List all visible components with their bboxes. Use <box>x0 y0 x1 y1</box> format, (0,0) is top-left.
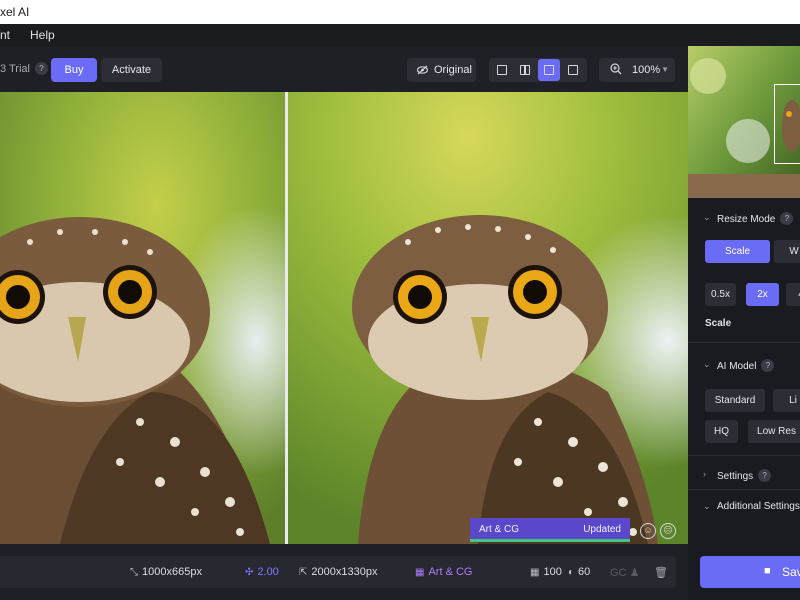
ai-model-help-icon[interactable]: ? <box>761 359 775 372</box>
side-by-side-icon <box>544 65 554 75</box>
save-icon: ■ <box>764 565 771 577</box>
expand-icon: ✣ <box>245 567 254 578</box>
viewport-frame[interactable] <box>774 84 800 164</box>
view-grid-button[interactable] <box>562 59 584 81</box>
trial-help-icon[interactable]: ? <box>34 62 48 75</box>
ai-model-text: AI Model <box>717 361 757 372</box>
source-size: 1000x665px <box>142 566 202 578</box>
output-size: 2000x1330px <box>311 566 378 578</box>
view-side-by-side-button[interactable] <box>538 59 560 81</box>
model-lite-button[interactable]: Li <box>773 389 800 412</box>
divider <box>688 342 800 343</box>
original-owl-image <box>0 92 285 544</box>
mode-width-button[interactable]: W <box>774 240 800 263</box>
model-low-res-button[interactable]: Low Res <box>748 420 800 443</box>
progress-bar <box>470 539 630 542</box>
source-size-info: ⤡ 1000x665px <box>130 566 202 578</box>
chevron-down-icon: ⌄ <box>703 501 711 511</box>
scale-4x-button[interactable]: 4 <box>786 283 800 306</box>
model-hq-button[interactable]: HQ <box>705 420 738 443</box>
model-info: ▦ Art & CG <box>415 566 472 578</box>
toolbar: 3 Trial? Buy Activate Original 100% ▼ <box>0 46 688 92</box>
view-split-button[interactable] <box>514 59 536 81</box>
badge-status: Updated <box>583 524 621 535</box>
scale-label: Scale <box>705 318 732 329</box>
activate-button[interactable]: Activate <box>101 58 162 82</box>
value-a: 100 <box>543 566 562 578</box>
original-toggle-button[interactable]: Original <box>407 58 476 82</box>
settings-text: Settings <box>717 471 754 482</box>
chevron-down-icon: ⌄ <box>703 212 711 222</box>
buy-button[interactable]: Buy <box>51 58 97 82</box>
eye-off-icon <box>416 58 429 92</box>
split-line <box>524 65 526 75</box>
resize-help-icon[interactable]: ? <box>780 212 794 225</box>
chevron-down-icon: ⌄ <box>703 359 711 369</box>
export-icon: ⇱ <box>299 567 308 578</box>
value-a-info: ▦ 100 <box>530 566 562 578</box>
output-size-info: ⇱ 2000x1330px <box>299 566 377 578</box>
model-status-badge: Art & CG Updated <box>470 518 630 542</box>
resize-mode-label: Resize Mode? <box>717 212 794 225</box>
menu-item-partial[interactable]: nt <box>0 28 10 42</box>
save-button[interactable]: ■ Sav <box>700 556 800 588</box>
ai-model-label: AI Model? <box>717 359 775 372</box>
trash-icon[interactable]: 🗑 <box>654 566 668 579</box>
trial-text: 3 Trial <box>0 63 30 75</box>
image-model-icon: ▦ <box>415 567 425 578</box>
menu-bar: nt Help <box>0 24 800 46</box>
view-single-button[interactable] <box>491 59 513 81</box>
upscaled-image-pane <box>288 92 688 544</box>
image-canvas[interactable]: Art & CG Updated ☺ ☹ <box>0 92 688 544</box>
settings-help-icon[interactable]: ? <box>758 469 772 482</box>
neutral-feedback-icon[interactable]: ☹ <box>660 523 676 539</box>
grid-view-icon <box>568 65 578 75</box>
resize-mode-text: Resize Mode <box>717 214 776 225</box>
status-bar: ⤡ 1000x665px ✣ 2.00 ⇱ 2000x1330px ▦ Art & CG… <box>0 556 676 588</box>
scale-2x-button[interactable]: 2x <box>746 283 779 306</box>
scale-0.5x-button[interactable]: 0.5x <box>705 283 736 306</box>
chevron-down-icon: ▼ <box>661 65 669 74</box>
gc-label: GC <box>610 567 627 579</box>
mode-scale-button[interactable]: Scale <box>705 240 770 263</box>
single-view-icon <box>497 65 507 75</box>
resize-icon: ⤡ <box>130 567 138 578</box>
scale-info: ✣ 2.00 <box>245 566 279 578</box>
window-title: xel AI <box>0 5 30 19</box>
zoom-value: 100% <box>632 64 661 76</box>
original-image-pane <box>0 92 285 544</box>
model-name: Art & CG <box>428 566 473 578</box>
navigator-preview[interactable] <box>688 46 800 198</box>
settings-label: Settings? <box>717 469 772 482</box>
trial-status: 3 Trial? <box>0 62 48 75</box>
title-bar: xel AI <box>0 0 800 24</box>
chevron-right-icon: › <box>703 469 706 479</box>
original-label: Original <box>434 64 472 76</box>
value-b-info: ◐ 60 <box>568 566 590 578</box>
contrast-icon: ◐ <box>568 567 575 578</box>
zoom-select[interactable]: 100% ▼ <box>599 58 675 82</box>
divider <box>688 455 800 456</box>
grid-icon: ▦ <box>530 567 540 578</box>
scale-value: 2.00 <box>257 566 279 578</box>
save-label: Sav <box>782 565 800 579</box>
zoom-in-icon <box>610 58 622 82</box>
additional-settings-label: Additional Settings <box>717 501 800 512</box>
badge-model: Art & CG <box>479 524 520 535</box>
model-standard-button[interactable]: Standard <box>705 389 765 412</box>
person-icon: ♟ <box>629 567 640 579</box>
divider <box>688 489 800 490</box>
menu-item-help[interactable]: Help <box>30 28 55 42</box>
gc-info: GC ♟ <box>610 566 639 579</box>
settings-panel: ⌄ Resize Mode? Scale W 0.5x 2x 4 Scale ⌄… <box>688 46 800 600</box>
upscaled-owl-image <box>288 92 688 544</box>
view-mode-group <box>489 58 587 82</box>
smile-feedback-icon[interactable]: ☺ <box>640 523 656 539</box>
value-b: 60 <box>578 566 591 578</box>
